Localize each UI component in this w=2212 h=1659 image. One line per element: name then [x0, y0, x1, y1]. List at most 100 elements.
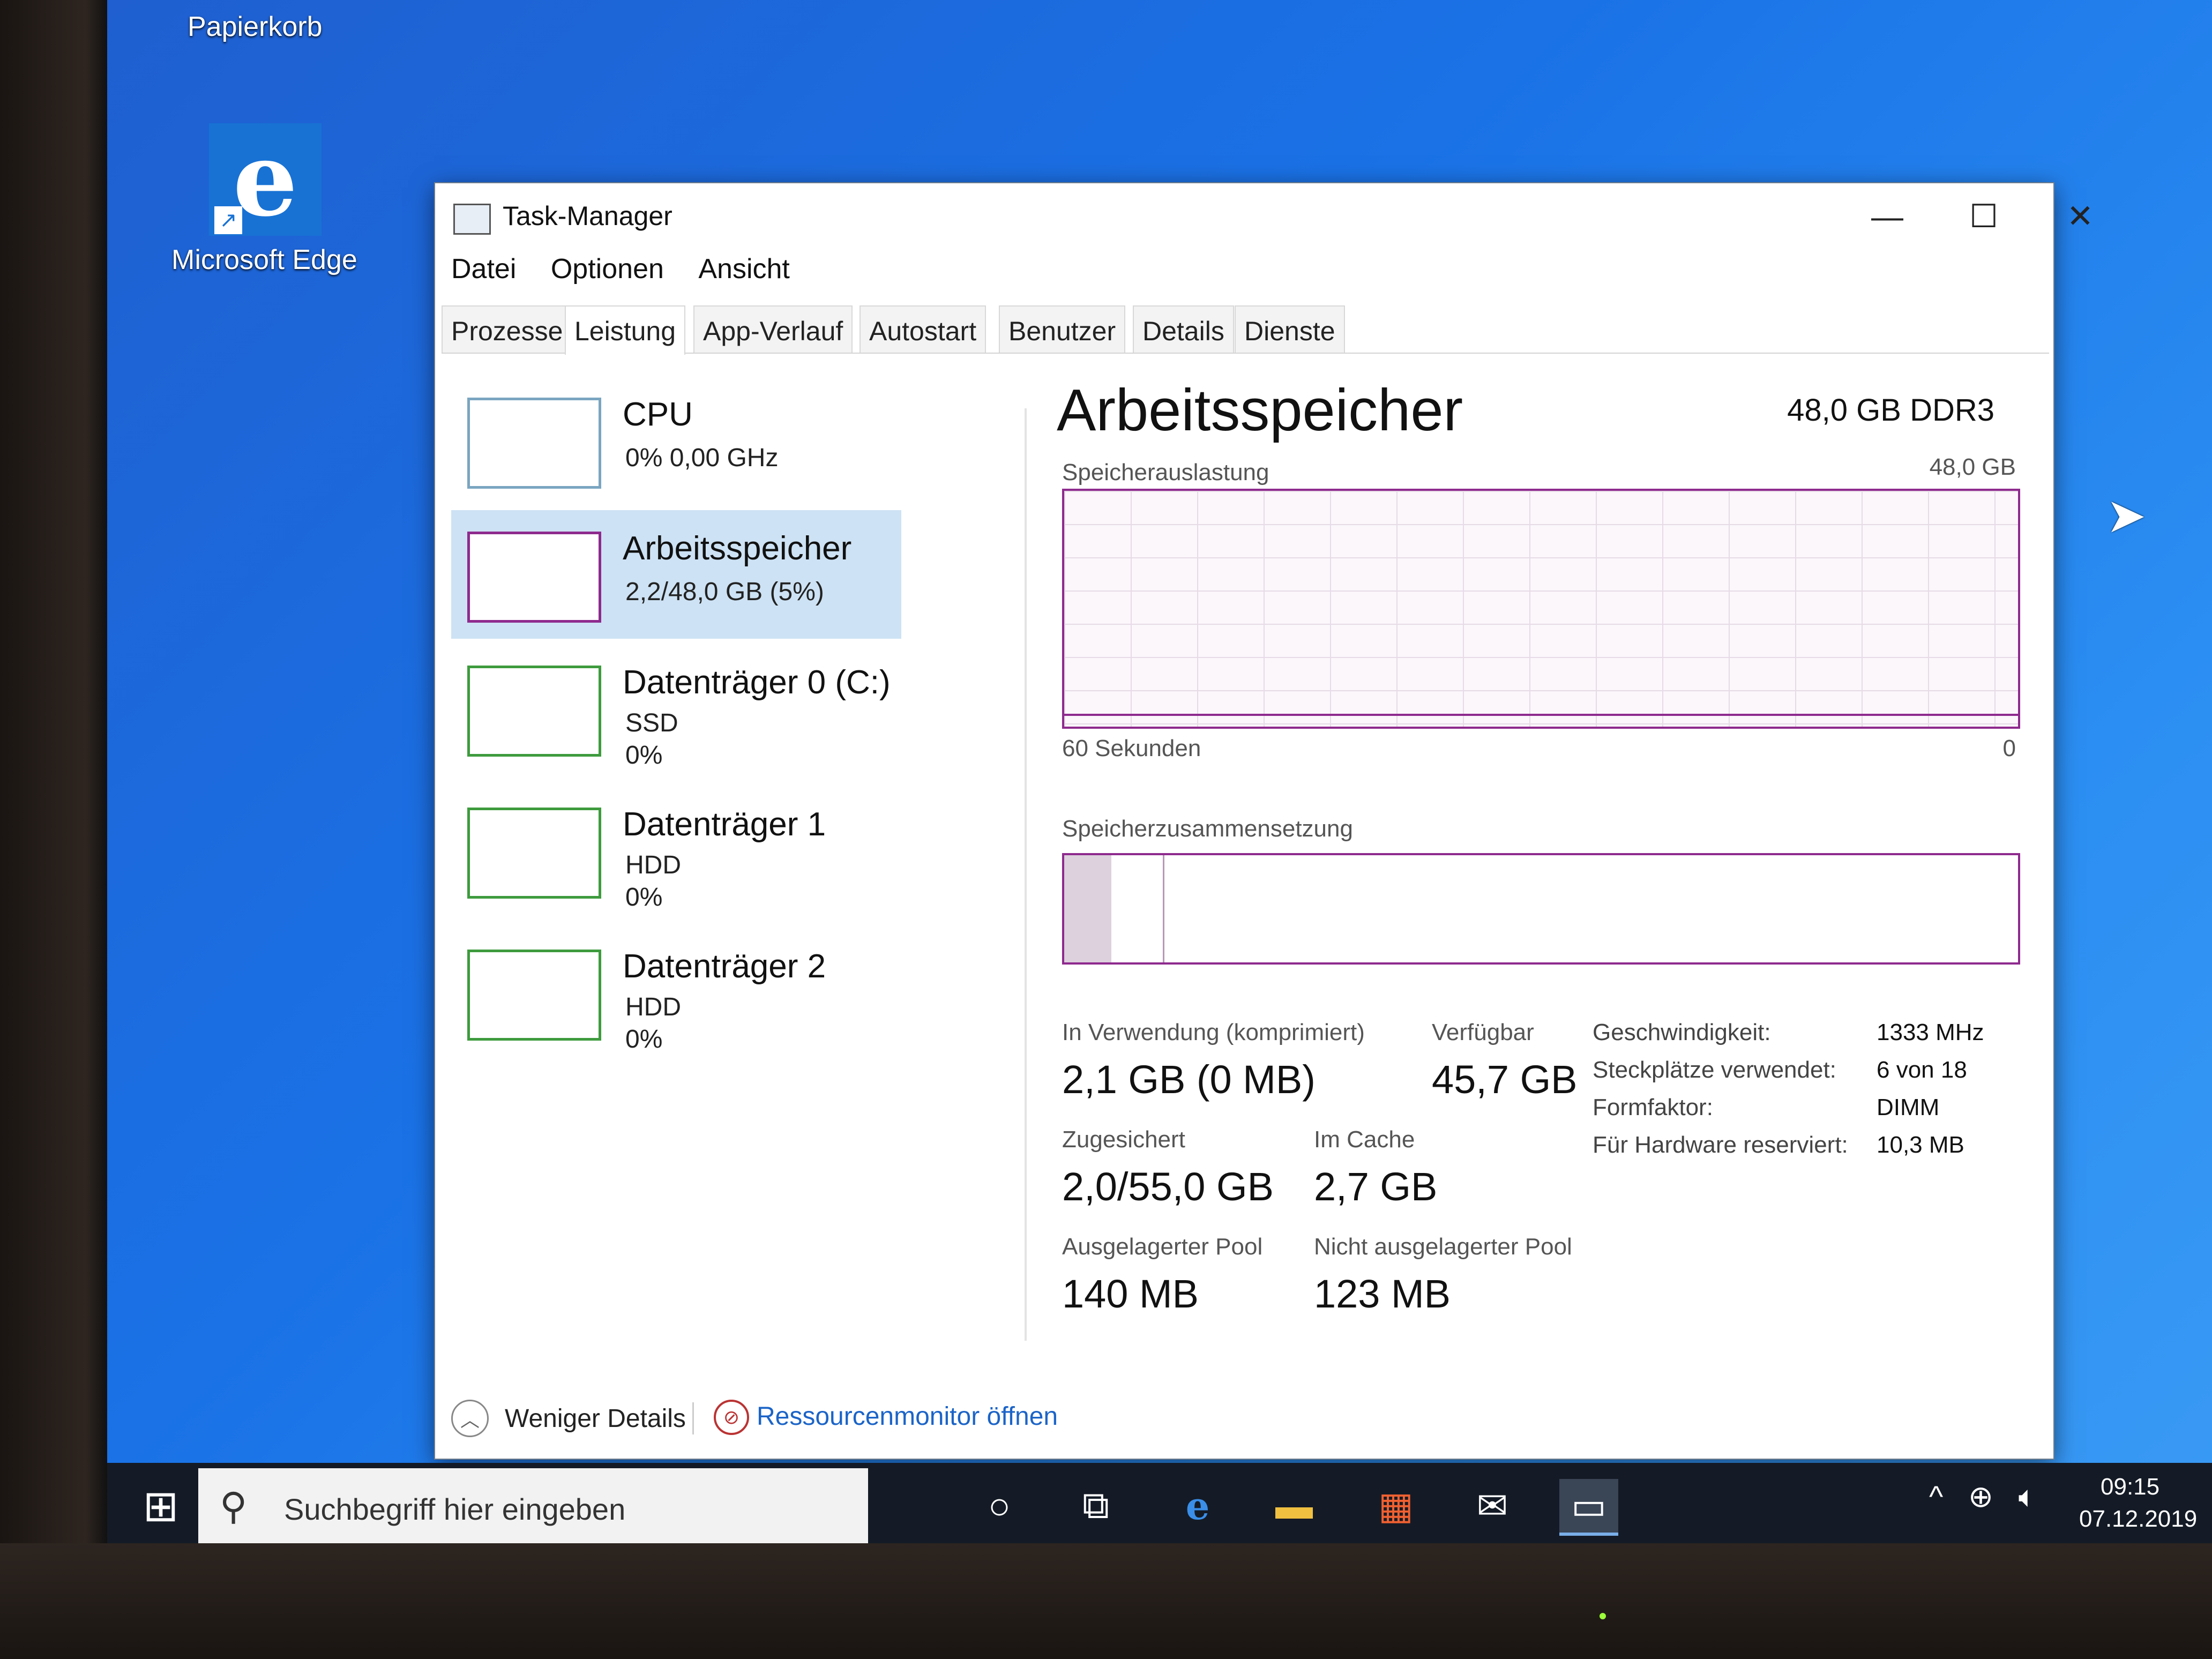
resource-detail: 2,2/48,0 GB (5%) — [625, 578, 824, 606]
resource-name: CPU — [623, 396, 693, 433]
form-factor-label: Formfaktor: — [1593, 1094, 1713, 1120]
memory-thumbnail-graph — [467, 532, 601, 623]
paged-pool-value: 140 MB — [1062, 1272, 1199, 1316]
paged-pool-label: Ausgelagerter Pool — [1062, 1234, 1263, 1260]
resource-usage: 0% — [625, 741, 663, 769]
resource-name: Datenträger 0 (C:) — [623, 664, 891, 701]
windows-start-icon[interactable]: ⊞ — [118, 1474, 204, 1538]
mouse-cursor-icon: ➤ — [2106, 489, 2147, 543]
committed-value: 2,0/55,0 GB — [1062, 1164, 1274, 1209]
cortana-icon[interactable]: ○ — [970, 1479, 1029, 1533]
maximize-button[interactable]: ☐ — [1946, 195, 2021, 238]
chevron-up-icon[interactable]: ︿ — [451, 1400, 489, 1437]
recycle-bin-label[interactable]: Papierkorb — [188, 11, 322, 43]
resource-list: CPU 0% 0,00 GHz Arbeitsspeicher 2,2/48,0… — [451, 365, 901, 1373]
speed-value: 1333 MHz — [1877, 1019, 1984, 1045]
edge-desktop-label[interactable]: Microsoft Edge — [171, 244, 357, 276]
fewer-details-button[interactable]: Weniger Details — [505, 1404, 686, 1433]
file-explorer-icon[interactable]: ▬ — [1265, 1479, 1324, 1533]
resource-monitor-link[interactable]: Ressourcenmonitor öffnen — [757, 1402, 1058, 1431]
resource-detail: HDD — [625, 851, 681, 879]
task-manager-taskbar-icon[interactable]: ▭ — [1559, 1479, 1618, 1536]
menu-ansicht[interactable]: Ansicht — [698, 253, 790, 285]
pane-divider[interactable] — [1025, 408, 1027, 1341]
footer-separator — [692, 1402, 694, 1434]
resource-disk-1[interactable]: Datenträger 1 HDD 0% — [451, 786, 901, 915]
speed-label: Geschwindigkeit: — [1593, 1019, 1771, 1045]
task-manager-window: Task-Manager — ☐ ✕ Datei Optionen Ansich… — [434, 182, 2094, 1460]
tab-autostart[interactable]: Autostart — [860, 305, 987, 353]
mail-icon[interactable]: ✉ — [1463, 1479, 1522, 1533]
menu-bar: Datei Optionen Ansicht — [451, 253, 822, 285]
disk-thumbnail-graph — [467, 950, 601, 1041]
resource-memory[interactable]: Arbeitsspeicher 2,2/48,0 GB (5%) — [451, 510, 901, 639]
chart-time-label: 60 Sekunden — [1062, 735, 1201, 761]
monitor-bezel-left — [0, 0, 107, 1659]
tab-details[interactable]: Details — [1133, 305, 1234, 353]
tab-app-verlauf[interactable]: App-Verlauf — [693, 305, 853, 353]
resource-monitor-icon[interactable]: ⊘ — [714, 1400, 749, 1435]
cached-label: Im Cache — [1314, 1126, 1415, 1153]
title-bar[interactable]: Task-Manager — ☐ ✕ — [435, 183, 2094, 238]
clock-date[interactable]: 07.12.2019 — [2079, 1506, 2197, 1533]
memory-usage-chart — [1062, 489, 2020, 729]
memory-composition-bar — [1062, 853, 2020, 965]
cpu-thumbnail-graph — [467, 398, 601, 489]
composition-label: Speicherzusammensetzung — [1062, 816, 1353, 842]
resource-detail: SSD — [625, 709, 678, 737]
window-title: Task-Manager — [503, 201, 672, 231]
task-view-icon[interactable]: ⧉ — [1066, 1479, 1125, 1533]
in-use-value: 2,1 GB (0 MB) — [1062, 1057, 1316, 1102]
cached-value: 2,7 GB — [1314, 1164, 1438, 1209]
resource-cpu[interactable]: CPU 0% 0,00 GHz — [451, 376, 901, 505]
resource-disk-2[interactable]: Datenträger 2 HDD 0% — [451, 928, 901, 1057]
tab-prozesse[interactable]: Prozesse — [442, 305, 573, 353]
tab-bar: Prozesse Leistung App-Verlauf Autostart … — [442, 305, 2049, 355]
resource-name: Datenträger 2 — [623, 948, 826, 985]
taskbar: ⊞ ⚲ Suchbegriff hier eingeben ○ ⧉ e ▬ ▦ … — [107, 1463, 2212, 1549]
footer: ︿ Weniger Details ⊘ Ressourcenmonitor öf… — [451, 1389, 2005, 1443]
network-icon[interactable]: ⊕ — [1968, 1479, 1993, 1513]
shortcut-arrow-icon: ↗ — [214, 206, 242, 234]
form-factor-value: DIMM — [1877, 1094, 1940, 1120]
resource-name: Arbeitsspeicher — [623, 530, 852, 567]
hardware-reserved-value: 10,3 MB — [1877, 1132, 1964, 1158]
resource-disk-0[interactable]: Datenträger 0 (C:) SSD 0% — [451, 644, 901, 773]
clock-time[interactable]: 09:15 — [2101, 1474, 2159, 1500]
resource-usage: 0% — [625, 883, 663, 911]
composition-in-use[interactable] — [1064, 855, 1113, 962]
composition-modified[interactable] — [1111, 855, 1164, 962]
chart-grid — [1064, 491, 2018, 727]
in-use-label: In Verwendung (komprimiert) — [1062, 1019, 1365, 1045]
menu-optionen[interactable]: Optionen — [551, 253, 664, 285]
menu-datei[interactable]: Datei — [451, 253, 516, 285]
resource-name: Datenträger 1 — [623, 806, 826, 843]
store-icon[interactable]: ▦ — [1366, 1479, 1425, 1533]
edge-taskbar-icon[interactable]: e — [1168, 1479, 1227, 1533]
usage-line — [1064, 714, 2018, 716]
usage-chart-max: 48,0 GB — [1929, 454, 2016, 480]
slots-value: 6 von 18 — [1877, 1057, 1967, 1083]
minimize-button[interactable]: — — [1850, 195, 1925, 238]
task-manager-icon — [453, 204, 491, 235]
hardware-reserved-label: Für Hardware reserviert: — [1593, 1132, 1848, 1158]
volume-icon[interactable]: 🔈︎ — [2019, 1479, 2037, 1513]
slots-label: Steckplätze verwendet: — [1593, 1057, 1836, 1083]
available-value: 45,7 GB — [1432, 1057, 1578, 1102]
chart-zero-label: 0 — [2002, 735, 2016, 761]
usage-chart-label: Speicherauslastung — [1062, 459, 1269, 485]
memory-type: 48,0 GB DDR3 — [1787, 393, 1994, 428]
nonpaged-pool-value: 123 MB — [1314, 1272, 1451, 1316]
search-box[interactable]: ⚲ Suchbegriff hier eingeben — [198, 1468, 868, 1543]
page-title: Arbeitsspeicher — [1057, 377, 1463, 443]
chevron-up-icon[interactable]: ^ — [1929, 1479, 1943, 1513]
close-button[interactable]: ✕ — [2043, 195, 2118, 238]
available-label: Verfügbar — [1432, 1019, 1534, 1045]
search-icon: ⚲ — [220, 1485, 248, 1527]
memory-details-pane: Arbeitsspeicher 48,0 GB DDR3 Speicheraus… — [1057, 365, 2021, 1384]
tab-leistung[interactable]: Leistung — [565, 305, 686, 355]
tab-dienste[interactable]: Dienste — [1235, 305, 1345, 353]
committed-label: Zugesichert — [1062, 1126, 1185, 1153]
power-led — [1600, 1613, 1606, 1619]
tab-benutzer[interactable]: Benutzer — [999, 305, 1126, 353]
